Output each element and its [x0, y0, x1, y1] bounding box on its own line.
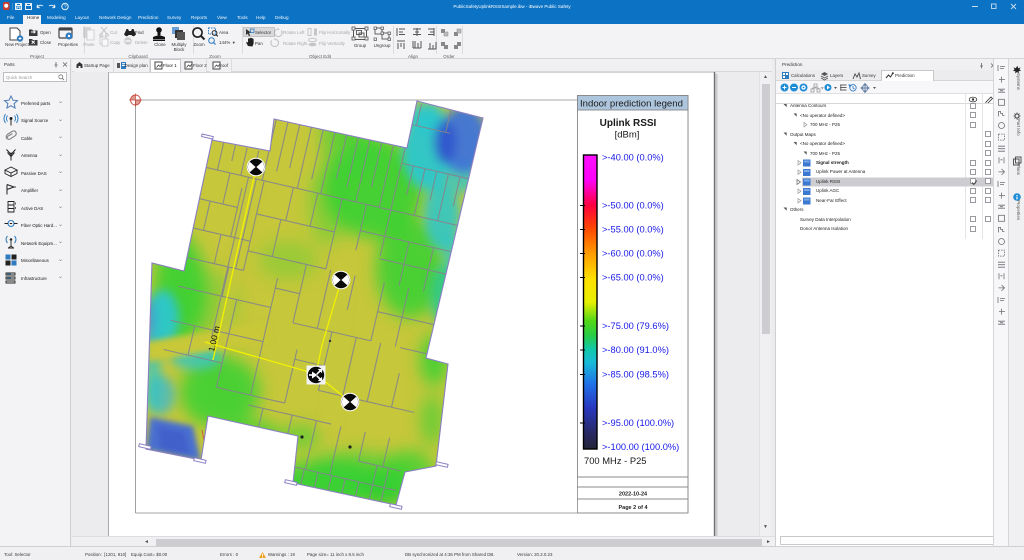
- svg-text:>-50.00 (0.0%): >-50.00 (0.0%): [602, 201, 664, 211]
- svg-text:2022-10-24: 2022-10-24: [619, 492, 648, 498]
- svg-text:>-100.00 (100.0%): >-100.00 (100.0%): [602, 442, 679, 452]
- svg-text:>-80.00 (91.0%): >-80.00 (91.0%): [602, 345, 669, 355]
- svg-text:Indoor prediction legend: Indoor prediction legend: [580, 99, 683, 110]
- svg-text:[dBm]: [dBm]: [615, 130, 640, 141]
- svg-text:Page 2 of 4: Page 2 of 4: [618, 505, 648, 511]
- svg-text:>-60.00 (0.0%): >-60.00 (0.0%): [602, 249, 664, 259]
- svg-text:?: ?: [64, 5, 67, 11]
- svg-text:>-85.00 (98.5%): >-85.00 (98.5%): [602, 370, 669, 380]
- svg-text:>-75.00 (79.6%): >-75.00 (79.6%): [602, 321, 669, 331]
- svg-text:>-65.00 (0.0%): >-65.00 (0.0%): [602, 273, 664, 283]
- svg-text:>-95.00 (100.0%): >-95.00 (100.0%): [602, 418, 674, 428]
- svg-text:>-55.00 (0.0%): >-55.00 (0.0%): [602, 225, 664, 235]
- svg-text:Uplink RSSI: Uplink RSSI: [600, 118, 657, 129]
- svg-text:>-40.00 (0.0%): >-40.00 (0.0%): [602, 153, 664, 163]
- svg-text:700 MHz - P25: 700 MHz - P25: [584, 455, 647, 466]
